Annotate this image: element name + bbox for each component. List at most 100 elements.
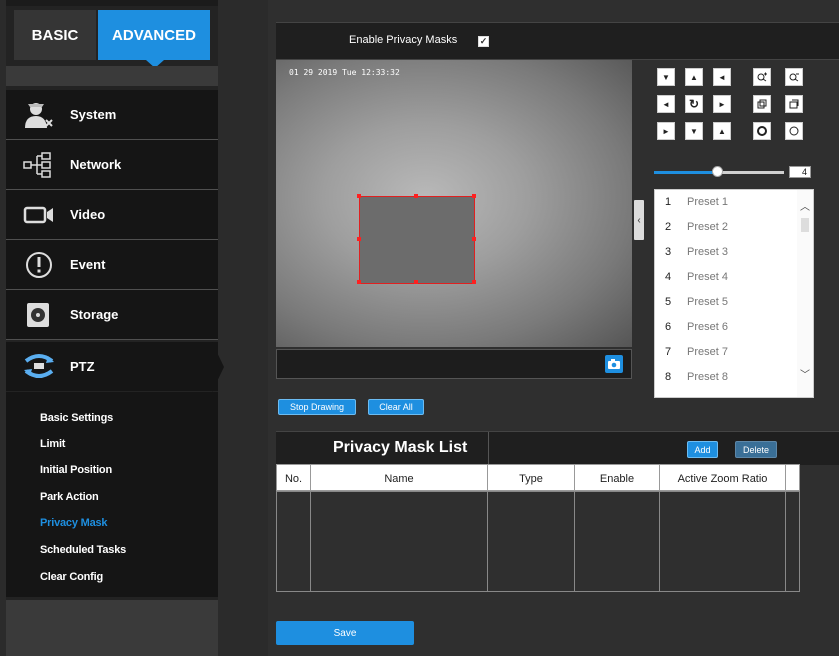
ptz-active-indicator <box>212 342 224 392</box>
tab-basic[interactable]: BASIC <box>14 10 96 60</box>
stop-drawing-button[interactable]: Stop Drawing <box>278 399 356 415</box>
pan-down-right-button[interactable]: ▲ <box>713 122 731 140</box>
submenu-basic-settings[interactable]: Basic Settings <box>40 412 113 424</box>
speed-value: 4 <box>789 166 811 178</box>
col-type: Type <box>488 465 575 492</box>
menu-item-storage[interactable]: Storage <box>6 290 218 340</box>
speed-slider-fill <box>654 171 718 174</box>
mask-handle[interactable] <box>472 237 476 241</box>
iris-open-icon <box>757 126 767 136</box>
mask-handle[interactable] <box>357 280 361 284</box>
preset-row[interactable]: 5 Preset 5 <box>655 290 795 314</box>
menu-item-video[interactable]: Video <box>6 190 218 240</box>
focus-far-icon <box>789 99 799 109</box>
zoom-in-icon <box>757 72 767 82</box>
delete-mask-button[interactable]: Delete <box>735 441 777 458</box>
enable-privacy-label: Enable Privacy Masks <box>349 34 458 46</box>
mask-handle[interactable] <box>472 280 476 284</box>
submenu-scheduled-tasks[interactable]: Scheduled Tasks <box>40 544 126 556</box>
menu-item-network[interactable]: Network <box>6 140 218 190</box>
pan-up-button[interactable]: ▲ <box>685 68 703 86</box>
submenu-limit[interactable]: Limit <box>40 438 65 450</box>
preset-row[interactable]: 3 Preset 3 <box>655 240 795 264</box>
table-divider <box>785 492 786 591</box>
preset-name: Preset 4 <box>687 271 728 283</box>
osd-timestamp: 01 29 2019 Tue 12:33:32 <box>289 68 400 77</box>
auto-pan-button[interactable]: ↻ <box>685 95 703 113</box>
pan-up-right-button[interactable]: ◄ <box>713 68 731 86</box>
mask-handle[interactable] <box>414 280 418 284</box>
menu-label-event: Event <box>70 257 106 272</box>
mask-handle[interactable] <box>414 194 418 198</box>
preset-number: 7 <box>665 346 672 358</box>
focus-far-button[interactable] <box>785 95 803 113</box>
pan-down-button[interactable]: ▼ <box>685 122 703 140</box>
preset-row[interactable]: 4 Preset 4 <box>655 265 795 289</box>
sidebar: BASIC ADVANCED System Network Video Even… <box>6 0 218 656</box>
mask-handle[interactable] <box>472 194 476 198</box>
pan-up-left-button[interactable]: ▼ <box>657 68 675 86</box>
mask-table-body <box>276 491 800 592</box>
video-preview[interactable]: 01 29 2019 Tue 12:33:32 <box>276 60 632 347</box>
pan-right-button[interactable]: ► <box>713 95 731 113</box>
submenu-park-action[interactable]: Park Action <box>40 491 99 503</box>
tab-advanced[interactable]: ADVANCED <box>98 10 210 60</box>
submenu-clear-config[interactable]: Clear Config <box>40 571 103 583</box>
speed-slider-track[interactable] <box>718 171 784 174</box>
add-mask-button[interactable]: Add <box>687 441 718 458</box>
save-button[interactable]: Save <box>276 621 414 645</box>
preset-number: 8 <box>665 371 672 383</box>
iris-close-icon <box>789 126 799 136</box>
sidebar-spacer <box>6 66 218 86</box>
pan-down-left-button[interactable]: ► <box>657 122 675 140</box>
preset-scroll-thumb[interactable] <box>801 218 809 232</box>
menu-item-event[interactable]: Event <box>6 240 218 290</box>
preset-row[interactable]: 6 Preset 6 <box>655 315 795 339</box>
submenu-privacy-mask[interactable]: Privacy Mask <box>40 517 108 529</box>
iris-close-button[interactable] <box>785 122 803 140</box>
pan-left-button[interactable]: ◄ <box>657 95 675 113</box>
preset-list: 1 Preset 1 2 Preset 2 3 Preset 3 4 Preset 4 … <box>654 189 814 398</box>
col-active-zoom-ratio: Active Zoom Ratio <box>660 465 786 492</box>
preset-row[interactable]: 1 Preset 1 <box>655 190 795 214</box>
collapse-panel-button[interactable]: ‹ <box>634 200 644 240</box>
preset-name: Preset 6 <box>687 321 728 333</box>
mask-list-title: Privacy Mask List <box>333 439 468 456</box>
submenu-initial-position[interactable]: Initial Position <box>40 464 112 476</box>
focus-near-icon <box>757 99 767 109</box>
privacy-mask-region[interactable] <box>359 196 475 284</box>
table-divider <box>574 492 575 591</box>
menu-item-ptz[interactable]: PTZ <box>6 342 218 391</box>
snapshot-button[interactable] <box>605 355 623 373</box>
zoom-in-button[interactable] <box>753 68 771 86</box>
preset-name: Preset 5 <box>687 296 728 308</box>
enable-privacy-checkbox[interactable]: ✓ <box>478 36 489 47</box>
preset-number: 3 <box>665 246 672 258</box>
header-divider <box>488 432 489 465</box>
user-gear-icon <box>20 99 58 131</box>
mask-handle[interactable] <box>357 237 361 241</box>
preset-number: 5 <box>665 296 672 308</box>
focus-near-button[interactable] <box>753 95 771 113</box>
mask-handle[interactable] <box>357 194 361 198</box>
clear-all-button[interactable]: Clear All <box>368 399 424 415</box>
chevron-up-icon[interactable]: ︿ <box>800 198 810 213</box>
col-name: Name <box>311 465 488 492</box>
preset-name: Preset 1 <box>687 196 728 208</box>
menu-label-ptz: PTZ <box>70 359 95 374</box>
menu-label-network: Network <box>70 157 122 172</box>
preset-name: Preset 7 <box>687 346 728 358</box>
iris-open-button[interactable] <box>753 122 771 140</box>
speed-slider-handle[interactable] <box>712 166 723 177</box>
preset-row[interactable]: 2 Preset 2 <box>655 215 795 239</box>
preset-scrollbar[interactable]: ︿ ﹀ <box>797 190 813 397</box>
preset-number: 4 <box>665 271 672 283</box>
enable-privacy-bar: Enable Privacy Masks ✓ <box>276 22 839 60</box>
alert-icon <box>20 249 58 281</box>
menu-item-system[interactable]: System <box>6 90 218 140</box>
menu-label-video: Video <box>70 207 106 222</box>
zoom-out-button[interactable] <box>785 68 803 86</box>
preset-row[interactable]: 7 Preset 7 <box>655 340 795 364</box>
preset-row[interactable]: 8 Preset 8 <box>655 365 795 389</box>
chevron-down-icon[interactable]: ﹀ <box>800 366 810 381</box>
